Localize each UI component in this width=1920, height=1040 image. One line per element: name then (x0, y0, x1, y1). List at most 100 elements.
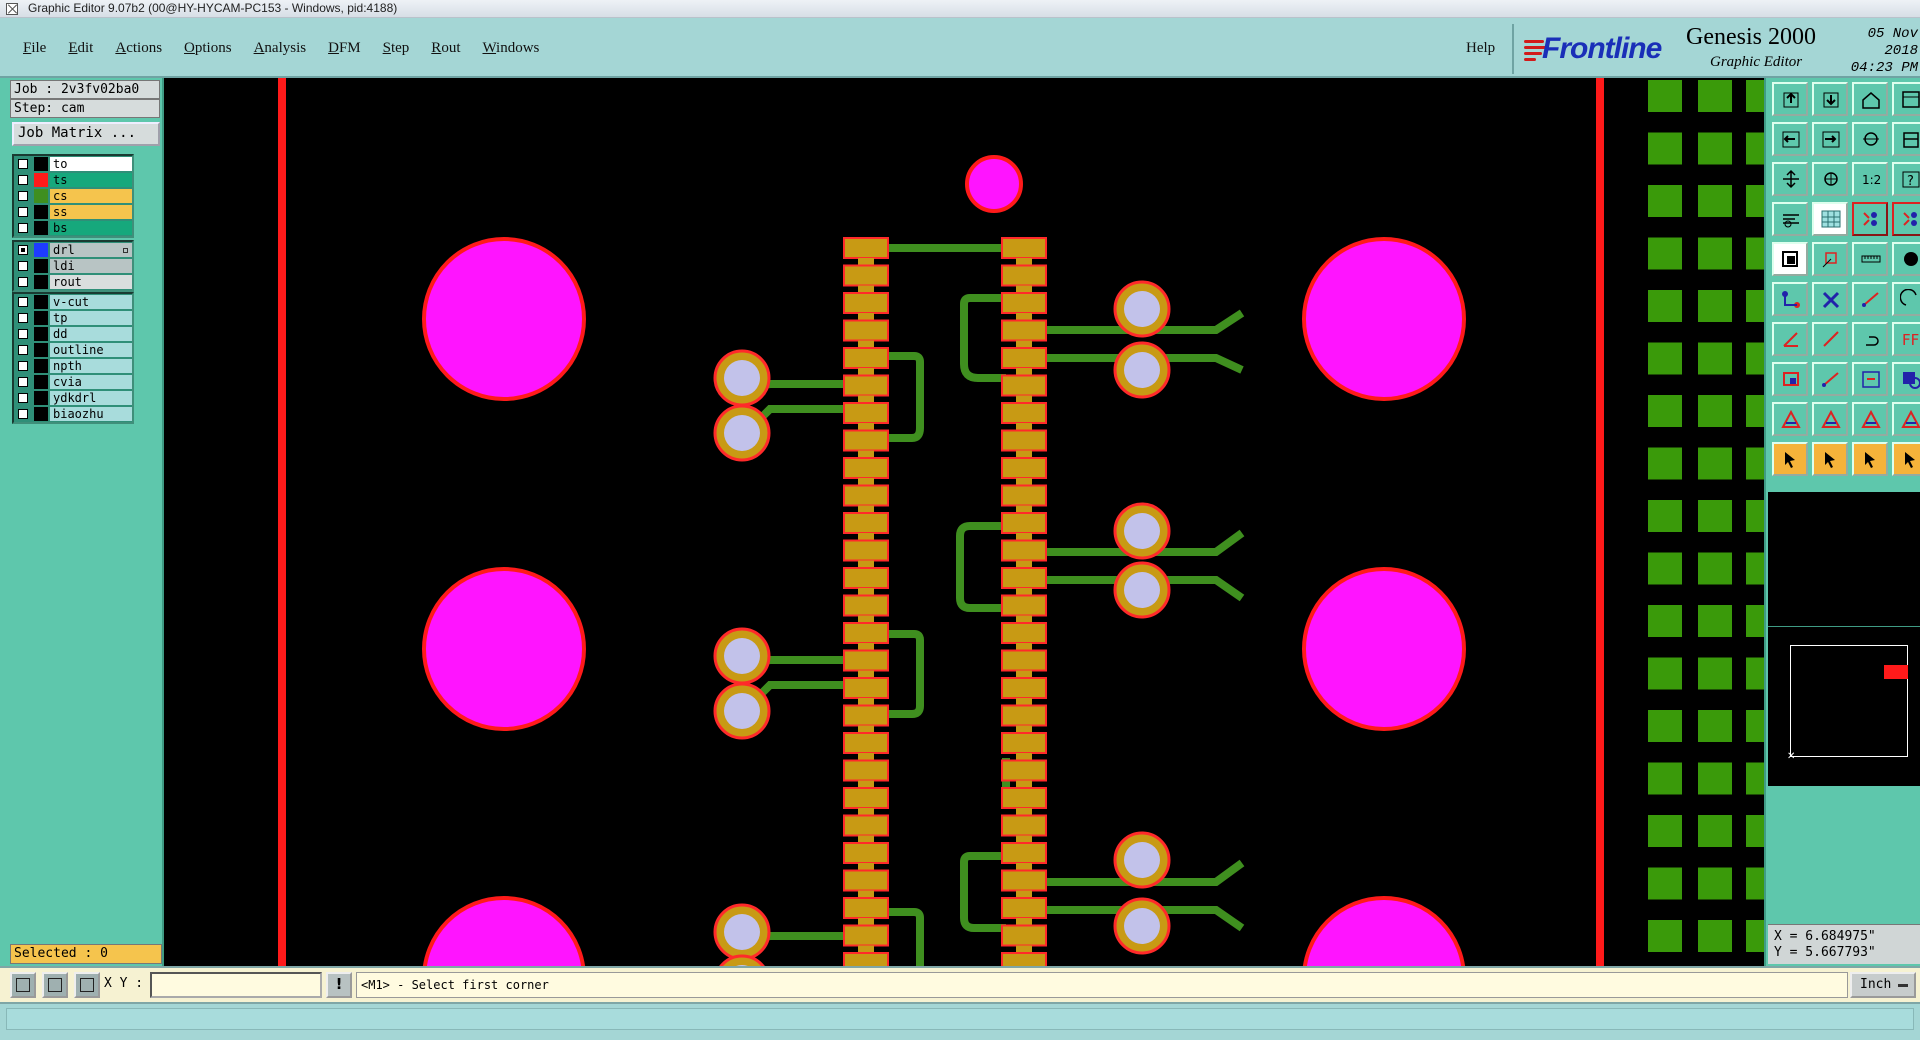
smd-pad[interactable] (1001, 594, 1047, 617)
layer-row-ss[interactable]: ss (14, 204, 132, 220)
layer-row-ldi[interactable]: ldi (14, 258, 132, 274)
smd-pad[interactable] (843, 677, 889, 699)
tool-zoom-in-button[interactable] (1772, 122, 1808, 156)
layer-name[interactable]: ydkdrl (50, 391, 132, 405)
smd-pad[interactable] (1001, 924, 1047, 947)
layer-row-drl[interactable]: drl (14, 242, 132, 258)
menu-help[interactable]: Help (1456, 40, 1505, 57)
menu-file[interactable]: File (12, 40, 57, 57)
layer-row-outline[interactable]: outline (14, 342, 132, 358)
green-square[interactable] (1698, 80, 1732, 112)
tool-box-button[interactable] (1772, 362, 1808, 396)
layer-name[interactable]: bs (50, 221, 132, 235)
layer-checkbox[interactable] (18, 345, 28, 355)
tool-query-button[interactable]: ? (1892, 162, 1920, 196)
snap-grid-button[interactable] (74, 972, 100, 998)
layer-row-npth[interactable]: npth (14, 358, 132, 374)
tool-window-button[interactable] (1892, 82, 1920, 116)
xy-input[interactable] (150, 972, 322, 998)
layer-row-v-cut[interactable]: v-cut (14, 294, 132, 310)
menu-dfm[interactable]: DFM (317, 40, 372, 57)
layer-row-rout[interactable]: rout (14, 274, 132, 290)
green-square[interactable] (1746, 657, 1764, 690)
layer-name[interactable]: drl (50, 243, 132, 257)
tool-angle-button[interactable] (1772, 322, 1808, 356)
tool-pad-button[interactable] (1892, 242, 1920, 276)
layer-row-tp[interactable]: tp (14, 310, 132, 326)
green-square[interactable] (1698, 815, 1732, 847)
layer-checkbox[interactable] (18, 261, 28, 271)
layer-checkbox[interactable] (18, 393, 28, 403)
layer-row-dd[interactable]: dd (14, 326, 132, 342)
execute-button[interactable]: ! (326, 972, 352, 998)
smd-pad[interactable] (1001, 814, 1047, 837)
tool-pan-button[interactable] (1852, 122, 1888, 156)
green-square[interactable] (1698, 500, 1732, 532)
tool-line-button[interactable] (1852, 282, 1888, 316)
layer-color-swatch[interactable] (34, 243, 48, 257)
layer-color-swatch[interactable] (34, 157, 48, 171)
green-square[interactable] (1648, 762, 1682, 795)
layer-row-ydkdrl[interactable]: ydkdrl (14, 390, 132, 406)
via-hole[interactable] (1124, 291, 1160, 327)
green-square[interactable] (1698, 657, 1732, 690)
smd-pad[interactable] (1001, 869, 1047, 892)
tooling-hole[interactable] (1302, 896, 1466, 966)
green-square[interactable] (1746, 552, 1764, 585)
tool-slash-button[interactable] (1812, 322, 1848, 356)
smd-pad[interactable] (843, 924, 889, 947)
tool-line2-button[interactable] (1812, 362, 1848, 396)
layer-color-swatch[interactable] (34, 259, 48, 273)
menu-step[interactable]: Step (372, 40, 421, 57)
tool-dim-button[interactable] (1852, 362, 1888, 396)
layer-name[interactable]: v-cut (50, 295, 132, 309)
layer-name[interactable]: ts (50, 173, 132, 187)
tool-move-button[interactable] (1812, 242, 1848, 276)
layer-color-swatch[interactable] (34, 343, 48, 357)
green-square[interactable] (1648, 605, 1682, 637)
via-hole[interactable] (724, 693, 760, 729)
layer-name[interactable]: ss (50, 205, 132, 219)
layer-color-swatch[interactable] (34, 311, 48, 325)
smd-pad[interactable] (1001, 429, 1047, 452)
tool-fit-button[interactable] (1772, 162, 1808, 196)
green-square[interactable] (1698, 185, 1732, 217)
green-square[interactable] (1648, 237, 1682, 270)
smd-pad[interactable] (1001, 759, 1047, 782)
layer-checkbox[interactable] (18, 313, 28, 323)
smd-pad[interactable] (843, 814, 889, 837)
smd-pad[interactable] (1001, 842, 1047, 864)
layer-color-swatch[interactable] (34, 275, 48, 289)
via-hole[interactable] (724, 914, 760, 950)
layer-color-swatch[interactable] (34, 189, 48, 203)
smd-pad[interactable] (843, 869, 889, 892)
layer-name[interactable]: dd (50, 327, 132, 341)
tool-arrow4-button[interactable] (1892, 442, 1920, 476)
green-square[interactable] (1746, 920, 1764, 952)
menu-windows[interactable]: Windows (471, 40, 550, 57)
tool-tri2-button[interactable] (1812, 402, 1848, 436)
layer-name[interactable]: outline (50, 343, 132, 357)
green-square[interactable] (1648, 395, 1682, 427)
smd-pad[interactable] (1001, 704, 1047, 727)
layer-color-swatch[interactable] (34, 359, 48, 373)
layer-color-swatch[interactable] (34, 205, 48, 219)
green-square[interactable] (1698, 762, 1732, 795)
overview-map[interactable]: ✕ (1768, 626, 1920, 786)
pcb-drawing[interactable] (164, 78, 1764, 966)
snap-angle-button[interactable] (42, 972, 68, 998)
via-hole[interactable] (724, 638, 760, 674)
green-square[interactable] (1648, 500, 1682, 532)
layer-name[interactable]: ldi (50, 259, 132, 273)
tool-zoom-out-button[interactable] (1812, 122, 1848, 156)
smd-pad[interactable] (843, 897, 889, 919)
tooling-hole[interactable] (1302, 567, 1466, 731)
smd-pad[interactable] (843, 237, 889, 259)
tool-shape-button[interactable] (1892, 362, 1920, 396)
smd-pad[interactable] (843, 539, 889, 562)
green-square[interactable] (1746, 710, 1764, 742)
green-square[interactable] (1746, 342, 1764, 375)
tooling-hole[interactable] (422, 896, 586, 966)
tool-split-button[interactable] (1892, 122, 1920, 156)
tool-select-button[interactable] (1772, 242, 1808, 276)
